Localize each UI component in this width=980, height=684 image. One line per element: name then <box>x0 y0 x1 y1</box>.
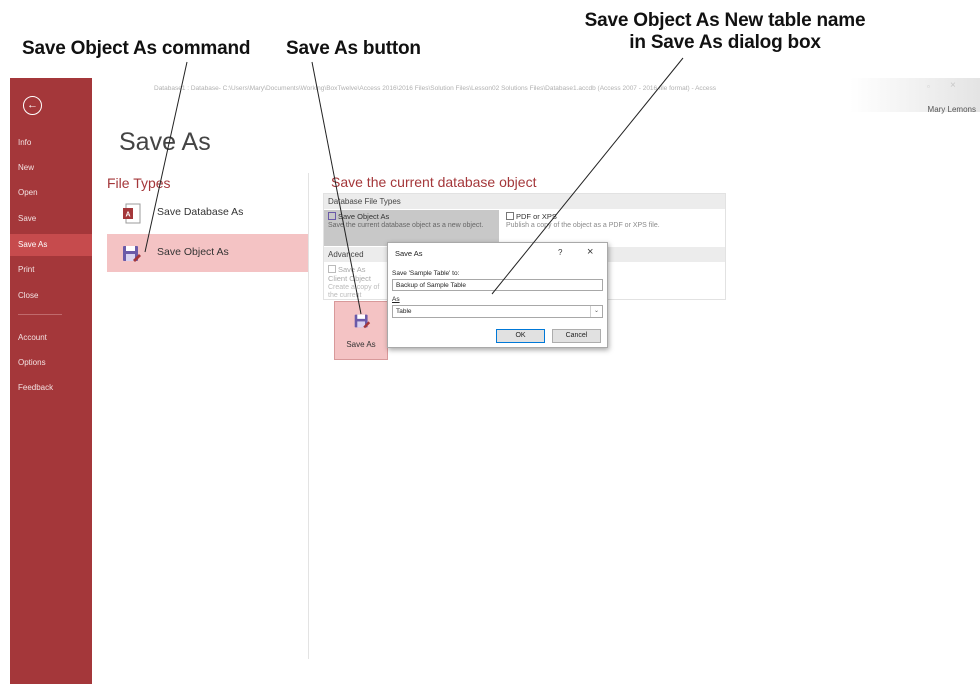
access-backstage-window: Database1 : Database- C:\Users\Mary\Docu… <box>10 78 980 684</box>
callout-new-table-name-line2: in Save As dialog box <box>629 32 821 53</box>
screenshot-page: Save Object As command Save As button Sa… <box>0 0 980 684</box>
chevron-down-icon[interactable]: ⌄ <box>590 306 602 317</box>
database-file-types-header: Database File Types <box>324 194 725 209</box>
save-object-small-icon <box>328 212 336 220</box>
sidebar-item-options[interactable]: Options <box>10 352 92 374</box>
object-type-value: Table <box>396 308 412 315</box>
option-description: Save the current database object as a ne… <box>328 222 484 229</box>
callout-save-object-as-command: Save Object As command <box>22 38 251 59</box>
sidebar-item-save-as[interactable]: Save As <box>10 234 92 256</box>
svg-text:A: A <box>125 212 130 219</box>
window-title: Database1 : Database- C:\Users\Mary\Docu… <box>154 85 717 92</box>
dialog-title: Save As <box>395 249 423 258</box>
callout-new-table-name: Save Object As New table name in Save As… <box>560 10 890 54</box>
help-icon[interactable]: ? <box>558 248 562 257</box>
option-title: Save Object As <box>338 212 390 221</box>
object-name-label: Save 'Sample Table' to: <box>392 270 460 277</box>
user-name[interactable]: Mary Lemons <box>928 105 976 114</box>
file-type-save-object-as[interactable]: Save Object As <box>107 234 308 272</box>
new-object-name-input[interactable] <box>392 279 603 291</box>
client-object-icon <box>328 265 336 273</box>
page-title: Save As <box>119 128 211 156</box>
dialog-close-icon[interactable]: × <box>587 246 593 258</box>
sidebar-item-info[interactable]: Info <box>10 132 92 154</box>
object-type-select[interactable]: Table ⌄ <box>392 305 603 318</box>
sidebar-item-account[interactable]: Account <box>10 327 92 349</box>
backstage-sidebar: ← Info New Open Save Save As Print Close… <box>10 78 92 684</box>
option-save-object-as[interactable]: Save Object As Save the current database… <box>324 210 499 246</box>
back-arrow-icon[interactable]: ← <box>23 96 42 115</box>
save-object-icon <box>354 314 371 329</box>
cancel-button[interactable]: Cancel <box>552 329 601 343</box>
file-types-heading: File Types <box>107 175 171 191</box>
pdf-icon <box>506 212 514 220</box>
sidebar-item-new[interactable]: New <box>10 157 92 179</box>
sidebar-item-feedback[interactable]: Feedback <box>10 377 92 399</box>
sidebar-item-save[interactable]: Save <box>10 208 92 230</box>
callout-save-as-button: Save As button <box>286 38 421 59</box>
sidebar-item-print[interactable]: Print <box>10 259 92 281</box>
access-database-icon: A <box>123 203 141 224</box>
file-type-label: Save Database As <box>157 206 244 218</box>
save-as-dialog: Save As ? × Save 'Sample Table' to: As T… <box>387 242 608 348</box>
save-as-button-label: Save As <box>346 340 376 349</box>
option-title: PDF or XPS <box>516 212 557 221</box>
save-as-button[interactable]: Save As <box>334 301 388 360</box>
save-object-icon <box>123 246 141 262</box>
option-description: Create a copy of the current object as a… <box>328 284 380 299</box>
title-bar: Database1 : Database- C:\Users\Mary\Docu… <box>92 78 980 114</box>
file-type-save-database-as[interactable]: A Save Database As <box>107 194 308 232</box>
sidebar-item-close[interactable]: Close <box>10 285 92 307</box>
window-close-icon[interactable]: × <box>950 80 956 91</box>
panel-divider <box>308 173 309 659</box>
sidebar-separator <box>18 314 62 315</box>
option-description: Publish a copy of the object as a PDF or… <box>506 222 660 229</box>
option-pdf-or-xps[interactable]: PDF or XPS Publish a copy of the object … <box>502 210 682 246</box>
file-type-label: Save Object As <box>157 246 229 258</box>
restore-icon[interactable]: ▫ <box>927 82 930 91</box>
callout-new-table-name-line1: Save Object As New table name <box>584 10 866 31</box>
option-save-as-client-object: Save As Client Object Create a copy of t… <box>324 263 384 299</box>
ok-button[interactable]: OK <box>496 329 545 343</box>
as-label: As <box>392 296 400 303</box>
sidebar-item-open[interactable]: Open <box>10 182 92 204</box>
current-object-heading: Save the current database object <box>331 174 537 190</box>
